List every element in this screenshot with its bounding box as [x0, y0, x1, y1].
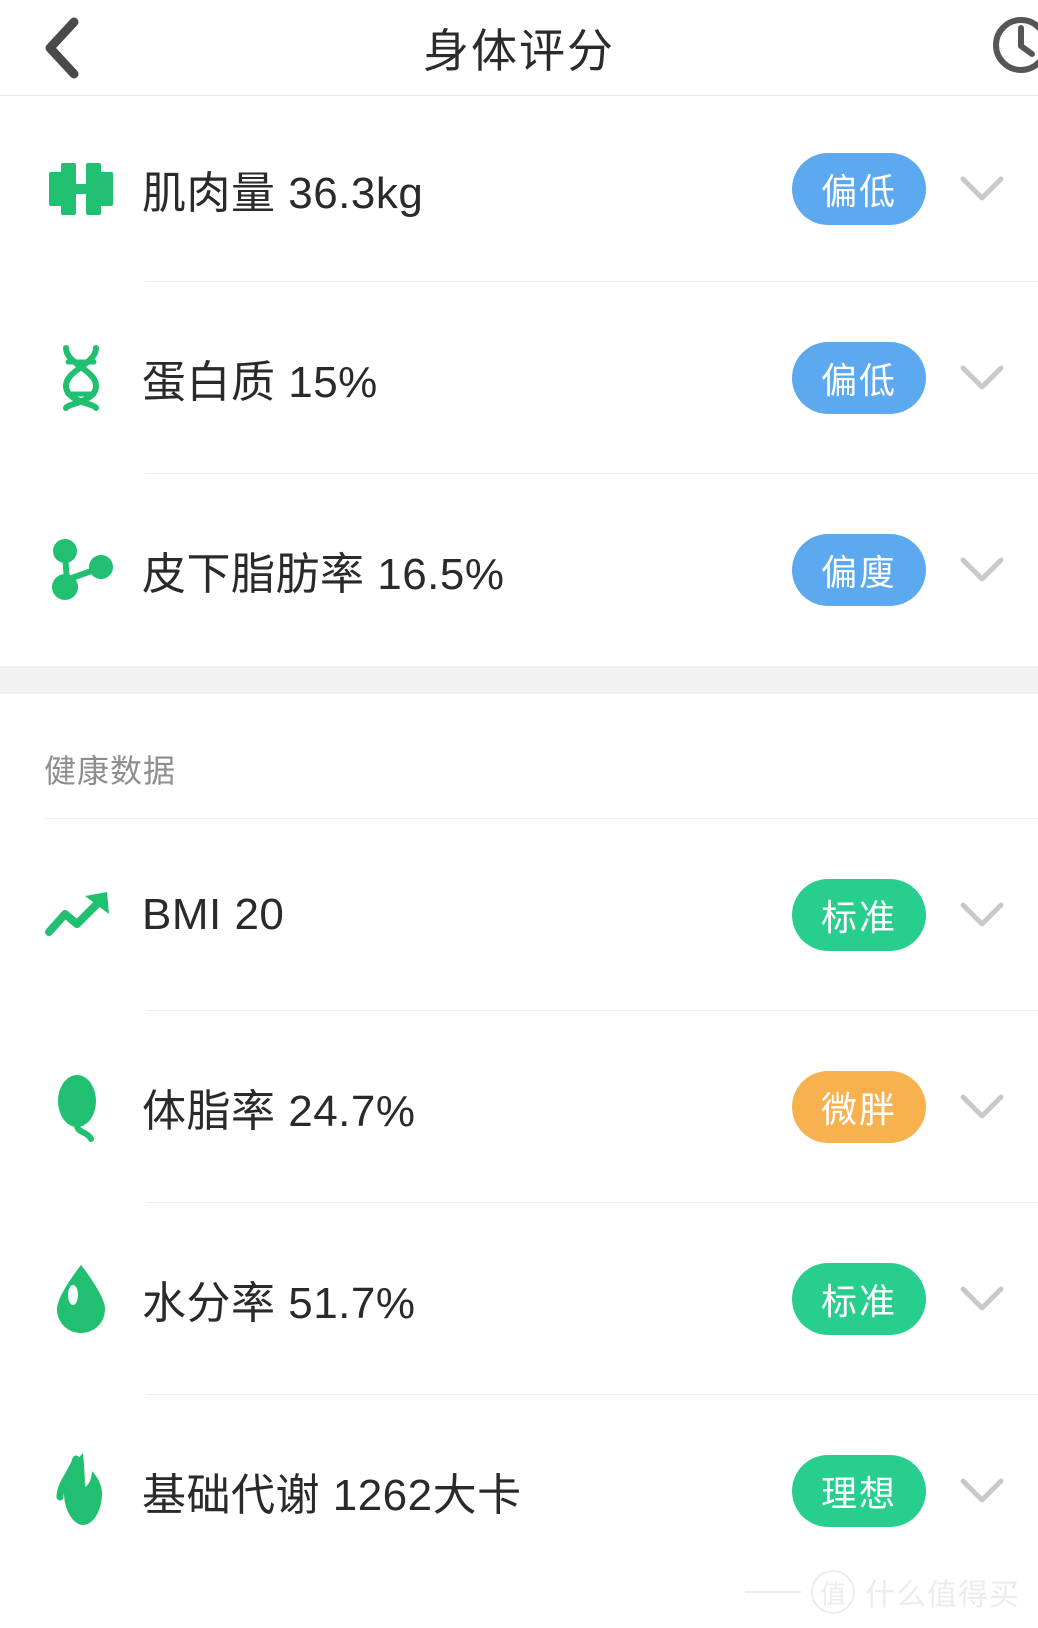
metric-row-bmi[interactable]: BMI 20 标准 [0, 819, 1038, 1011]
molecule-icon [44, 533, 118, 607]
chevron-left-icon [42, 16, 86, 80]
section-separator [0, 666, 1038, 694]
metric-row-muscle-mass[interactable]: 肌肉量 36.3kg 偏低 [0, 96, 1038, 282]
chevron-down-icon[interactable] [954, 1271, 1010, 1327]
status-badge[interactable]: 理想 [792, 1455, 926, 1527]
status-badge[interactable]: 偏低 [792, 153, 926, 225]
status-badge[interactable]: 微胖 [792, 1071, 926, 1143]
dna-helix-icon [44, 341, 118, 415]
dumbbell-icon [44, 152, 118, 226]
chevron-down-icon[interactable] [954, 161, 1010, 217]
body-score-screen: 身体评分 肌肉量 36.3kg 偏低 蛋白质 15% 偏低 皮下脂肪率 16.5… [0, 0, 1038, 1628]
water-drop-icon [44, 1262, 118, 1336]
metric-label: 肌肉量 36.3kg [142, 169, 424, 218]
fat-drop-icon [44, 1070, 118, 1144]
history-button[interactable] [982, 9, 1038, 87]
status-badge[interactable]: 偏低 [792, 342, 926, 414]
flame-icon [44, 1453, 118, 1528]
chevron-down-icon[interactable] [954, 350, 1010, 406]
clock-icon [990, 14, 1038, 81]
body-composition-card: 肌肉量 36.3kg 偏低 蛋白质 15% 偏低 皮下脂肪率 16.5% 偏廋 [0, 96, 1038, 666]
metric-label: BMI 20 [142, 890, 285, 939]
metric-row-water[interactable]: 水分率 51.7% 标准 [0, 1203, 1038, 1395]
chevron-down-icon[interactable] [954, 1079, 1010, 1135]
watermark-rule [745, 1591, 801, 1593]
app-header: 身体评分 [0, 0, 1038, 96]
status-badge[interactable]: 标准 [792, 879, 926, 951]
page-title: 身体评分 [423, 24, 615, 77]
section-title-health-data: 健康数据 [44, 753, 177, 789]
chevron-down-icon[interactable] [954, 542, 1010, 598]
back-button[interactable] [28, 12, 100, 84]
metric-row-subcutaneous-fat[interactable]: 皮下脂肪率 16.5% 偏廋 [0, 474, 1038, 666]
trending-up-icon [44, 878, 118, 952]
metric-label: 体脂率 24.7% [142, 1087, 416, 1136]
metric-label: 水分率 51.7% [142, 1279, 416, 1328]
metric-row-protein[interactable]: 蛋白质 15% 偏低 [0, 282, 1038, 474]
metric-row-body-fat[interactable]: 体脂率 24.7% 微胖 [0, 1011, 1038, 1203]
status-badge[interactable]: 偏廋 [792, 534, 926, 606]
status-badge[interactable]: 标准 [792, 1263, 926, 1335]
metric-label: 蛋白质 15% [142, 358, 378, 407]
chevron-down-icon[interactable] [954, 1463, 1010, 1519]
metric-label: 基础代谢 1262大卡 [142, 1471, 522, 1520]
metric-row-basal-metabolism[interactable]: 基础代谢 1262大卡 理想 [0, 1395, 1038, 1587]
health-data-card: 健康数据 BMI 20 标准 体脂率 24.7% 微胖 水分率 51.7% 标准… [0, 694, 1038, 1587]
chevron-down-icon[interactable] [954, 887, 1010, 943]
metric-label: 皮下脂肪率 16.5% [142, 550, 505, 599]
